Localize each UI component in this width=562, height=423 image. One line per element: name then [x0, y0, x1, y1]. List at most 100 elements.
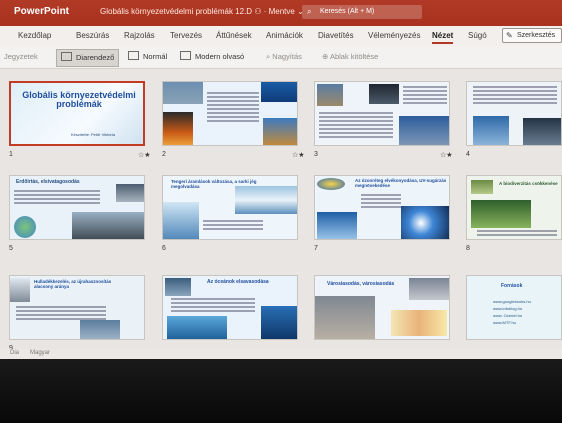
zoom-button[interactable]: ⌕ Nagyítás — [266, 50, 302, 64]
slide-thumbnail-5[interactable]: Erdőirtás, elsivatagosodás — [9, 175, 145, 240]
source-item: www.infoblog.hu — [493, 306, 523, 311]
edit-mode-label: Szerkesztés — [517, 32, 556, 39]
normal-view-button[interactable]: Normál — [128, 50, 167, 64]
slide-thumbnail-6[interactable]: Tengeri áramlások változása, a sarki jég… — [162, 175, 298, 240]
slide-text-lines — [203, 220, 263, 232]
status-bar: Dia Magyar — [0, 349, 562, 359]
tab-attunesek[interactable]: Áttűnések — [216, 31, 252, 40]
slide-image — [317, 212, 357, 239]
slide-image — [261, 306, 297, 339]
slide-sorter-button[interactable]: Diarendező — [56, 49, 120, 67]
slide-image — [523, 118, 561, 145]
slide-sorter-label: Diarendező — [76, 53, 115, 62]
slide-title: Városiasodás, városiasodás — [327, 281, 395, 287]
slide-number: 5 — [9, 245, 13, 252]
normal-view-label: Normál — [143, 52, 168, 61]
slide-thumbnail-2[interactable] — [162, 81, 298, 146]
slide-image — [235, 186, 297, 214]
slide-sorter-icon — [61, 52, 72, 61]
fit-window-label: Ablak kitöltése — [329, 52, 379, 61]
slide-image — [10, 278, 30, 302]
slide-text-lines — [171, 298, 255, 314]
slide-image — [471, 180, 493, 194]
pencil-icon: ✎ — [506, 31, 513, 40]
slide-image — [167, 316, 227, 339]
slide-title: Erdőirtás, elsivatagosodás — [16, 179, 80, 185]
slide-image — [399, 116, 449, 145]
slide-thumbnail-7[interactable]: Az ózonréteg elvékonyodása, UV-sugárzás … — [314, 175, 450, 240]
search-box[interactable]: ⌕ Keresés (Alt + M) — [302, 5, 422, 19]
tab-kezdolap[interactable]: Kezdőlap — [18, 31, 51, 40]
transition-star-icon: ☆★ — [138, 152, 151, 159]
slide-text-lines — [477, 230, 557, 238]
slide-sorter-grid: Globális környezetvédelmi problémák Kész… — [0, 69, 562, 352]
transition-star-icon: ☆★ — [440, 152, 453, 159]
document-title-area[interactable]: Globális környezetvédelmi problémák 12.D… — [100, 7, 304, 16]
slide-text-lines — [207, 92, 259, 124]
tab-nezet[interactable]: Nézet — [432, 31, 454, 44]
tab-sugo[interactable]: Súgó — [468, 31, 487, 40]
slide-number: 6 — [162, 245, 166, 252]
view-toolbar: Jegyzetek Diarendező Normál Modern olvas… — [0, 46, 562, 69]
transition-star-icon: ☆★ — [292, 152, 305, 159]
slide-image — [263, 118, 297, 145]
slide-number: 2 — [162, 151, 166, 158]
slide-thumbnail-9[interactable]: Hulladékkezelés, az újrahasznosítás alac… — [9, 275, 145, 340]
slide-title: Hulladékkezelés, az újrahasznosítás alac… — [34, 279, 112, 289]
slide-thumbnail-4[interactable] — [466, 81, 562, 146]
slide-text-lines — [14, 190, 100, 206]
normal-view-icon — [128, 51, 139, 60]
slide-title: Az óceánok elsavasodása — [207, 279, 269, 285]
tab-velemenyezes[interactable]: Véleményezés — [368, 31, 420, 40]
slide-text-lines — [319, 112, 393, 140]
slide-thumbnail-10[interactable]: Az óceánok elsavasodása — [162, 275, 298, 340]
slide-image — [261, 82, 297, 102]
source-item: www.MTF.hu — [493, 320, 516, 325]
immersive-reader-button[interactable]: Modern olvasó — [180, 50, 244, 64]
notes-button[interactable]: Jegyzetek — [4, 50, 38, 64]
tab-animaciok[interactable]: Animációk — [266, 31, 303, 40]
slide-image — [409, 278, 449, 300]
slide-image — [165, 278, 191, 296]
slide-thumbnail-12[interactable]: Források www.googlebooks.hu www.infoblog… — [466, 275, 562, 340]
source-item: www.googlebooks.hu — [493, 299, 531, 304]
source-item: www. Ocenet.hu — [493, 313, 523, 318]
slide-thumbnail-8[interactable]: A biodiverzitás csökkenése — [466, 175, 562, 240]
slide-thumbnail-11[interactable]: Városiasodás, városiasodás — [314, 275, 450, 340]
slide-title: Globális környezetvédelmi problémák — [22, 90, 136, 110]
slide-thumbnail-3[interactable] — [314, 81, 450, 146]
tab-diavetites[interactable]: Diavetítés — [318, 31, 354, 40]
slide-image — [473, 116, 509, 145]
ribbon-tabs: Kezdőlap Beszúrás Rajzolás Tervezés Áttű… — [0, 26, 562, 46]
slide-image — [401, 206, 449, 239]
slide-image — [163, 112, 193, 145]
slide-number: 1 — [9, 151, 13, 158]
language-indicator[interactable]: Magyar — [30, 350, 50, 356]
fit-window-button[interactable]: ⊕ Ablak kitöltése — [322, 50, 378, 64]
slide-image — [391, 310, 447, 336]
tab-tervezes[interactable]: Tervezés — [170, 31, 202, 40]
slide-image — [163, 202, 199, 239]
save-state: Mentve — [268, 7, 295, 16]
search-placeholder: Keresés (Alt + M) — [320, 8, 375, 15]
slide-image — [315, 296, 375, 339]
document-title: Globális környezetvédelmi problémák 12.D — [100, 7, 253, 16]
slide-title: Az ózonréteg elvékonyodása, UV-sugárzás … — [355, 178, 447, 188]
slide-image — [80, 320, 120, 339]
slide-image — [471, 200, 531, 228]
search-icon: ⌕ — [307, 7, 312, 16]
edit-mode-button[interactable]: ✎ Szerkesztés — [502, 28, 562, 43]
tab-beszuras[interactable]: Beszúrás — [76, 31, 109, 40]
slide-text-lines — [403, 86, 447, 106]
slide-text-lines — [361, 194, 401, 210]
tab-rajzolas[interactable]: Rajzolás — [124, 31, 155, 40]
slide-image — [369, 84, 399, 104]
powerpoint-window: PowerPoint Globális környezetvédelmi pro… — [0, 0, 562, 423]
slide-number: 4 — [466, 151, 470, 158]
slide-number: 3 — [314, 151, 318, 158]
slide-thumbnail-1[interactable]: Globális környezetvédelmi problémák Kész… — [9, 81, 145, 146]
slide-image — [116, 184, 144, 202]
slide-text-lines — [473, 86, 557, 106]
slide-title: Források — [501, 283, 523, 289]
monitor-bezel — [0, 359, 562, 423]
